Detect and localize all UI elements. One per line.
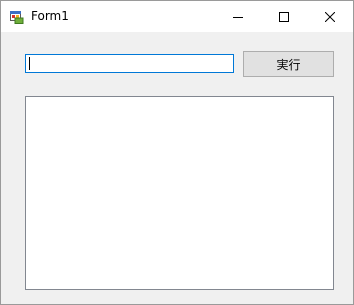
run-button[interactable]: 実行 (243, 51, 334, 77)
title-bar[interactable]: Form1 (1, 1, 353, 32)
output-listbox[interactable] (25, 96, 334, 290)
window-title: Form1 (31, 9, 69, 23)
minimize-button[interactable] (215, 1, 261, 32)
app-icon (10, 9, 24, 24)
close-button[interactable] (307, 1, 353, 32)
close-icon (324, 7, 336, 26)
text-caret (29, 57, 30, 70)
maximize-icon (279, 7, 289, 26)
text-input[interactable] (26, 55, 235, 72)
maximize-button[interactable] (261, 1, 307, 32)
minimize-icon (233, 7, 243, 26)
text-input-box[interactable] (25, 54, 235, 73)
app-window: Form1 実行 (0, 0, 354, 305)
